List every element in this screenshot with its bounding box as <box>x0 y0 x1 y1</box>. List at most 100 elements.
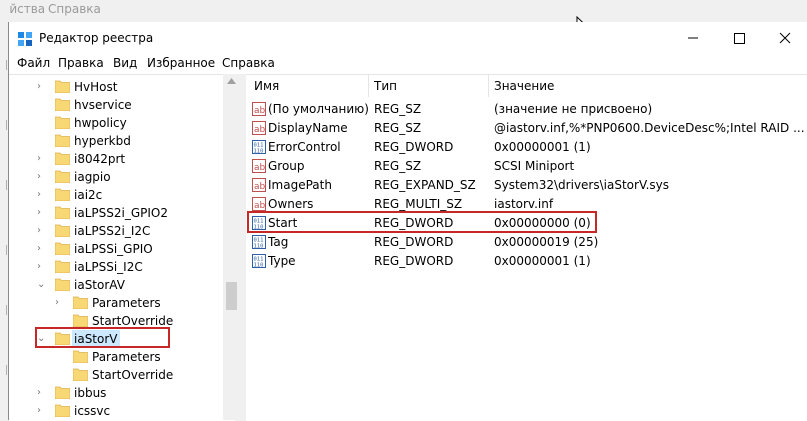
tree-node-label: iaLPSSi_GPIO <box>74 242 153 256</box>
expand-chevron-icon[interactable]: › <box>37 186 41 204</box>
expand-chevron-icon[interactable]: › <box>37 204 41 222</box>
folder-icon <box>55 260 70 273</box>
value-type: REG_SZ <box>374 159 422 173</box>
table-row[interactable]: 011 110 Tag REG_DWORD 0x00000019 (25) <box>246 233 807 252</box>
registry-tree[interactable]: › HvHost hvservice hwpolicy hyperkbd › i… <box>9 74 235 421</box>
menu-favorites[interactable]: Избранное <box>147 56 215 70</box>
column-divider[interactable] <box>488 75 489 97</box>
string-value-icon: ab <box>252 197 266 211</box>
binary-value-icon: 011110 <box>252 254 266 268</box>
tree-node-label: iaLPSSi_I2C <box>74 260 143 274</box>
folder-icon <box>55 188 70 201</box>
expand-chevron-icon[interactable]: › <box>37 78 41 96</box>
tree-node-label: StartOverride <box>92 368 174 382</box>
table-row[interactable]: ab ImagePath REG_EXPAND_SZ System32\driv… <box>246 176 807 195</box>
tree-node-label: i8042prt <box>74 152 126 166</box>
maximize-icon <box>734 33 745 44</box>
expand-chevron-icon[interactable]: › <box>37 150 41 168</box>
folder-icon <box>55 278 70 291</box>
values-list[interactable]: Имя Тип Значение ab (По умолчанию) REG_S… <box>246 74 807 421</box>
close-button[interactable] <box>762 22 807 54</box>
folder-icon <box>55 152 70 165</box>
tree-node-label: iaLPSS2i_I2C <box>74 224 151 238</box>
background-menubar: ойства Справка <box>0 0 807 22</box>
tree-node-label: iaLPSS2i_GPIO2 <box>74 206 168 220</box>
svg-text:ab: ab <box>254 201 266 211</box>
tree-node-label: icssvc <box>74 404 111 418</box>
tree-node-label: hvservice <box>74 98 132 112</box>
menu-view[interactable]: Вид <box>113 56 137 70</box>
folder-icon <box>73 350 88 363</box>
folder-icon <box>55 404 70 417</box>
string-value-icon: ab <box>252 102 266 116</box>
tree-scrollbar[interactable] <box>223 74 240 420</box>
expand-chevron-icon[interactable]: › <box>37 258 41 276</box>
tree-node-label: iagpio <box>74 170 111 184</box>
maximize-button[interactable] <box>716 22 762 54</box>
table-row[interactable]: ab (По умолчанию) REG_SZ (значение не пр… <box>246 100 807 119</box>
value-name: ErrorControl <box>268 140 341 154</box>
value-name: Type <box>268 254 296 268</box>
table-row[interactable]: ab Group REG_SZ SCSI Miniport <box>246 157 807 176</box>
minimize-button[interactable] <box>670 22 716 54</box>
folder-icon <box>55 224 70 237</box>
tree-node-label: ibbus <box>74 386 107 400</box>
svg-text:ab: ab <box>254 106 266 116</box>
folder-icon <box>55 170 70 183</box>
string-value-icon: ab <box>252 121 266 135</box>
close-icon <box>779 32 791 44</box>
string-value-icon: ab <box>252 178 266 192</box>
binary-value-icon: 011110 <box>252 235 266 249</box>
highlight-box-start-value <box>247 211 597 233</box>
column-header-type[interactable]: Тип <box>374 75 397 97</box>
table-row[interactable]: ab DisplayName REG_SZ @iastorv.inf,%*PNP… <box>246 119 807 138</box>
table-row[interactable]: 011 110 ErrorControl REG_DWORD 0x00000001… <box>246 138 807 157</box>
folder-icon <box>73 368 88 381</box>
tree-node-label: Parameters <box>92 296 161 310</box>
svg-text:ab: ab <box>254 163 266 173</box>
svg-text:110: 110 <box>254 149 264 155</box>
value-type: REG_DWORD <box>374 235 454 249</box>
minimize-icon <box>688 37 698 39</box>
expand-chevron-icon[interactable]: › <box>37 222 41 240</box>
column-header-name[interactable]: Имя <box>254 75 279 97</box>
tree-node-label: Parameters <box>92 350 161 364</box>
folder-icon <box>73 314 88 327</box>
value-data: 0x00000001 (1) <box>494 254 591 268</box>
value-name: ImagePath <box>268 178 332 192</box>
column-divider[interactable] <box>368 75 369 97</box>
scroll-up-arrow-icon[interactable] <box>227 78 236 84</box>
tree-node-label: hwpolicy <box>74 116 127 130</box>
expand-chevron-icon[interactable]: › <box>37 168 41 186</box>
expand-chevron-icon[interactable]: › <box>37 384 41 402</box>
folder-icon <box>55 206 70 219</box>
folder-icon <box>55 116 70 129</box>
value-type: REG_DWORD <box>374 254 454 268</box>
menu-file[interactable]: Файл <box>17 56 50 70</box>
menu-edit[interactable]: Правка <box>58 56 104 70</box>
window-title: Редактор реестра <box>39 31 154 45</box>
binary-value-icon: 011110 <box>252 140 266 154</box>
value-name: Group <box>268 159 305 173</box>
value-data: (значение не присвоено) <box>494 102 653 116</box>
collapse-chevron-icon[interactable]: ⌄ <box>37 276 45 294</box>
title-bar[interactable]: Редактор реестра <box>9 22 807 54</box>
background-menu-item[interactable]: Справка <box>48 2 101 16</box>
value-data: 0x00000001 (1) <box>494 140 591 154</box>
registry-editor-icon <box>18 32 32 46</box>
value-type: REG_SZ <box>374 102 422 116</box>
value-data: @iastorv.inf,%*PNP0600.DeviceDesc%;Intel… <box>494 121 804 135</box>
column-header-value[interactable]: Значение <box>494 75 554 97</box>
value-data: SCSI Miniport <box>494 159 575 173</box>
expand-chevron-icon[interactable]: › <box>37 402 41 420</box>
scrollbar-thumb[interactable] <box>226 282 237 310</box>
tree-node-label: iai2c <box>74 188 103 202</box>
expand-chevron-icon[interactable]: › <box>37 240 41 258</box>
svg-text:ab: ab <box>254 182 266 192</box>
table-row[interactable]: 011 110 Type REG_DWORD 0x00000001 (1) <box>246 252 807 271</box>
expand-chevron-icon[interactable]: › <box>55 294 59 312</box>
string-value-icon: ab <box>252 159 266 173</box>
menu-help[interactable]: Справка <box>222 56 275 70</box>
tree-node-label: iaStorAV <box>74 278 125 292</box>
value-name: Tag <box>268 235 289 249</box>
